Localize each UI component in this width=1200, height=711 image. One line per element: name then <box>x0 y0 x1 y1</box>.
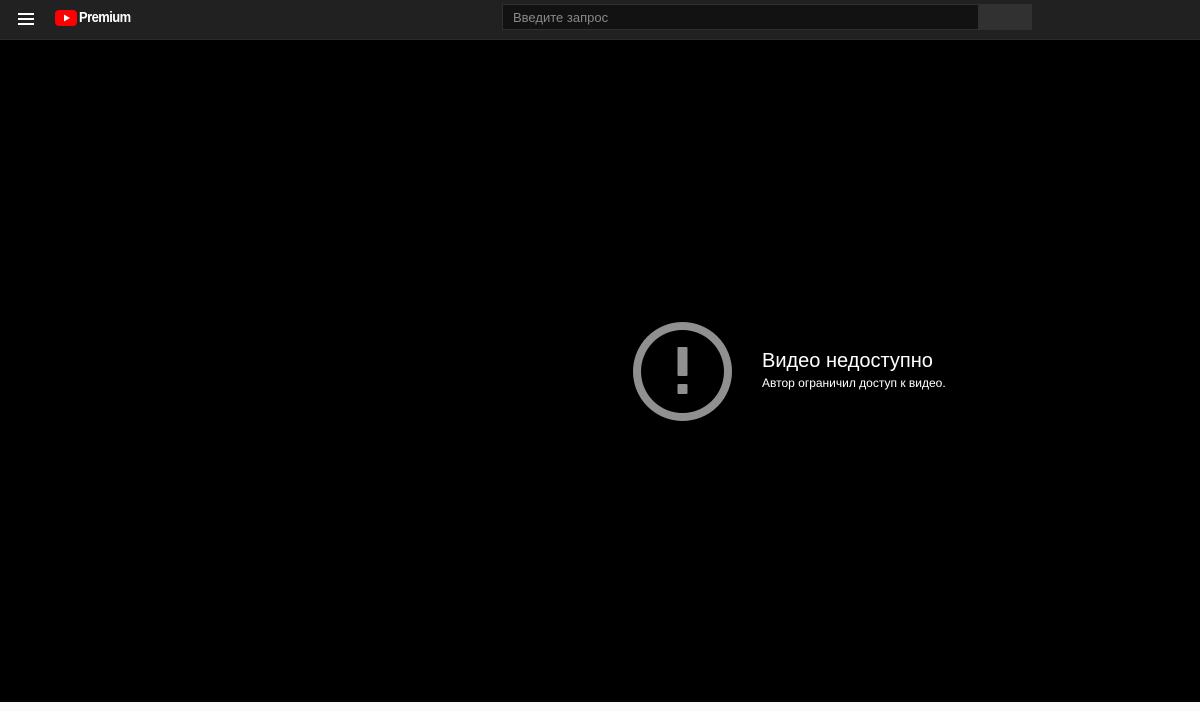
logo-link[interactable]: Premium <box>55 9 139 27</box>
youtube-logo-icon <box>55 10 77 26</box>
hamburger-menu-icon <box>18 13 34 15</box>
video-player: Видео недоступно Автор ограничил доступ … <box>0 40 1200 702</box>
search-input[interactable] <box>502 4 979 30</box>
search-button[interactable] <box>979 4 1032 30</box>
player-error: Видео недоступно Автор ограничил доступ … <box>632 321 946 422</box>
menu-button[interactable] <box>12 6 40 32</box>
error-subtitle: Автор ограничил доступ к видео. <box>762 376 946 390</box>
exclamation-circle-icon <box>633 322 732 421</box>
page-bottom-strip <box>0 702 1200 711</box>
masthead: Premium <box>0 0 1200 40</box>
app-window: Premium Видео недоступно Автор ограничил… <box>0 0 1200 711</box>
error-message: Видео недоступно Автор ограничил доступ … <box>762 349 946 391</box>
logo-text: Premium <box>79 9 131 26</box>
error-title: Видео недоступно <box>762 350 933 372</box>
